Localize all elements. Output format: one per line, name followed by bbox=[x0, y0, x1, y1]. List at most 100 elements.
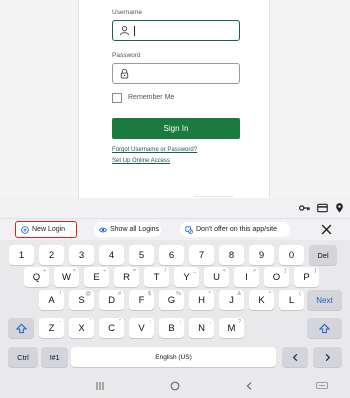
key-1[interactable]: 1 bbox=[9, 245, 34, 265]
system-nav-bar bbox=[0, 376, 350, 398]
key-o[interactable]: O[ bbox=[264, 267, 289, 287]
key-c[interactable]: C " bbox=[99, 318, 124, 338]
dont-offer-chip[interactable]: Don't offer on this app/site bbox=[180, 222, 290, 237]
symbols-key[interactable]: !#1 bbox=[41, 347, 68, 367]
key-label: X bbox=[78, 322, 85, 334]
key-u[interactable]: U < bbox=[204, 267, 229, 287]
key-label: 2 bbox=[48, 249, 55, 261]
key-7[interactable]: 7 bbox=[189, 245, 214, 265]
login-card: Username Password Remember Me Sign In Fo… bbox=[78, 0, 270, 198]
key-x[interactable]: X ' bbox=[69, 318, 94, 338]
key-alt-symbol: ' bbox=[89, 319, 91, 325]
key-alt-symbol: × bbox=[72, 268, 76, 274]
key-k[interactable]: K * bbox=[249, 290, 274, 310]
key-label: 9 bbox=[258, 249, 265, 261]
key-alt-symbol: ; bbox=[179, 319, 181, 325]
keyboard-hide-icon[interactable] bbox=[316, 382, 328, 391]
key-label: B bbox=[168, 322, 175, 334]
sign-in-button[interactable]: Sign In bbox=[112, 118, 240, 139]
key-t[interactable]: T / bbox=[144, 267, 169, 287]
key-label: T bbox=[153, 271, 160, 283]
key-q[interactable]: Q + bbox=[24, 267, 49, 287]
remember-me-label: Remember Me bbox=[128, 94, 175, 101]
key-label: E bbox=[93, 271, 100, 283]
recent-apps-icon[interactable] bbox=[96, 381, 104, 391]
key-n[interactable]: N, bbox=[189, 318, 214, 338]
key-v[interactable]: V: bbox=[129, 318, 154, 338]
key-alt-symbol: * bbox=[268, 291, 271, 297]
key-6[interactable]: 6 bbox=[159, 245, 184, 265]
show-all-logins-label: Show all Logins bbox=[110, 226, 160, 233]
shift-key-right[interactable] bbox=[307, 318, 342, 338]
key-label: I bbox=[245, 271, 248, 283]
key-label: G bbox=[167, 294, 176, 306]
key-y[interactable]: Y _ bbox=[174, 267, 199, 287]
key-alt-symbol: / bbox=[164, 268, 166, 274]
username-label: Username bbox=[112, 9, 142, 16]
close-icon[interactable] bbox=[320, 223, 333, 236]
key-5[interactable]: 5 bbox=[129, 245, 154, 265]
forgot-credentials-link[interactable]: Forgot Username or Password? bbox=[112, 147, 197, 153]
key-l[interactable]: L( bbox=[279, 290, 304, 310]
ctrl-key[interactable]: Ctrl bbox=[8, 347, 38, 367]
key-alt-symbol: - bbox=[59, 319, 61, 325]
location-pin-icon[interactable] bbox=[334, 203, 345, 213]
key-z[interactable]: Z- bbox=[39, 318, 64, 338]
arrow-right-key[interactable] bbox=[313, 347, 342, 367]
key-r[interactable]: R = bbox=[114, 267, 139, 287]
remember-me-checkbox[interactable] bbox=[112, 93, 122, 103]
key-alt-symbol: ? bbox=[237, 319, 241, 325]
key-label: V bbox=[138, 322, 145, 334]
key-del[interactable]: Del bbox=[309, 245, 337, 265]
key-next[interactable]: Next bbox=[307, 290, 342, 310]
key-2[interactable]: 2 bbox=[39, 245, 64, 265]
key-4[interactable]: 4 bbox=[99, 245, 124, 265]
key-s[interactable]: S @ bbox=[69, 290, 94, 310]
plus-circle-icon bbox=[21, 225, 29, 234]
key-label: Z bbox=[48, 322, 55, 334]
key-alt-symbol: # bbox=[117, 291, 121, 297]
key-label: Q bbox=[32, 271, 41, 283]
setup-online-access-link[interactable]: Set Up Online Access bbox=[112, 158, 170, 164]
new-login-chip[interactable]: New Login bbox=[15, 221, 77, 238]
back-chevron-icon[interactable] bbox=[245, 381, 254, 391]
key-e[interactable]: E ÷ bbox=[84, 267, 109, 287]
key-alt-symbol: " bbox=[119, 319, 121, 325]
key-f[interactable]: F $ bbox=[129, 290, 154, 310]
key-m[interactable]: M? bbox=[219, 318, 244, 338]
key-a[interactable]: A! bbox=[39, 290, 64, 310]
key-g[interactable]: G% bbox=[159, 290, 184, 310]
key-label: H bbox=[198, 294, 205, 306]
on-screen-keyboard: Ctrl !#1 English (US) 1 2 3 4 5 6 7 8 9 0 Del Q + W × E… bbox=[0, 240, 350, 376]
username-field[interactable] bbox=[112, 20, 240, 41]
key-d[interactable]: D # bbox=[99, 290, 124, 310]
key-label: W bbox=[62, 271, 71, 283]
key-alt-symbol: $ bbox=[147, 291, 151, 297]
home-icon[interactable] bbox=[170, 381, 180, 391]
key-9[interactable]: 9 bbox=[249, 245, 274, 265]
key-label: U bbox=[213, 271, 220, 283]
key-alt-symbol: , bbox=[209, 319, 211, 325]
key-p[interactable]: P] bbox=[294, 267, 319, 287]
key-8[interactable]: 8 bbox=[219, 245, 244, 265]
space-key[interactable]: English (US) bbox=[71, 347, 276, 367]
key-icon[interactable] bbox=[299, 203, 310, 213]
key-j[interactable]: J & bbox=[219, 290, 244, 310]
key-w[interactable]: W × bbox=[54, 267, 79, 287]
key-h[interactable]: H ^ bbox=[189, 290, 214, 310]
card-icon[interactable] bbox=[317, 203, 328, 213]
show-all-logins-chip[interactable]: Show all Logins bbox=[94, 222, 161, 237]
shift-key-left[interactable] bbox=[8, 318, 34, 338]
lock-icon bbox=[120, 68, 129, 79]
password-field[interactable] bbox=[112, 63, 240, 84]
key-label: A bbox=[48, 294, 55, 306]
key-label: 0 bbox=[288, 249, 295, 261]
key-label: 3 bbox=[78, 249, 85, 261]
autofill-icon-strip bbox=[0, 198, 350, 218]
key-0[interactable]: 0 bbox=[279, 245, 304, 265]
key-b[interactable]: B; bbox=[159, 318, 184, 338]
new-login-label: New Login bbox=[32, 226, 66, 233]
arrow-left-key[interactable] bbox=[282, 347, 308, 367]
key-3[interactable]: 3 bbox=[69, 245, 94, 265]
key-i[interactable]: I > bbox=[234, 267, 259, 287]
